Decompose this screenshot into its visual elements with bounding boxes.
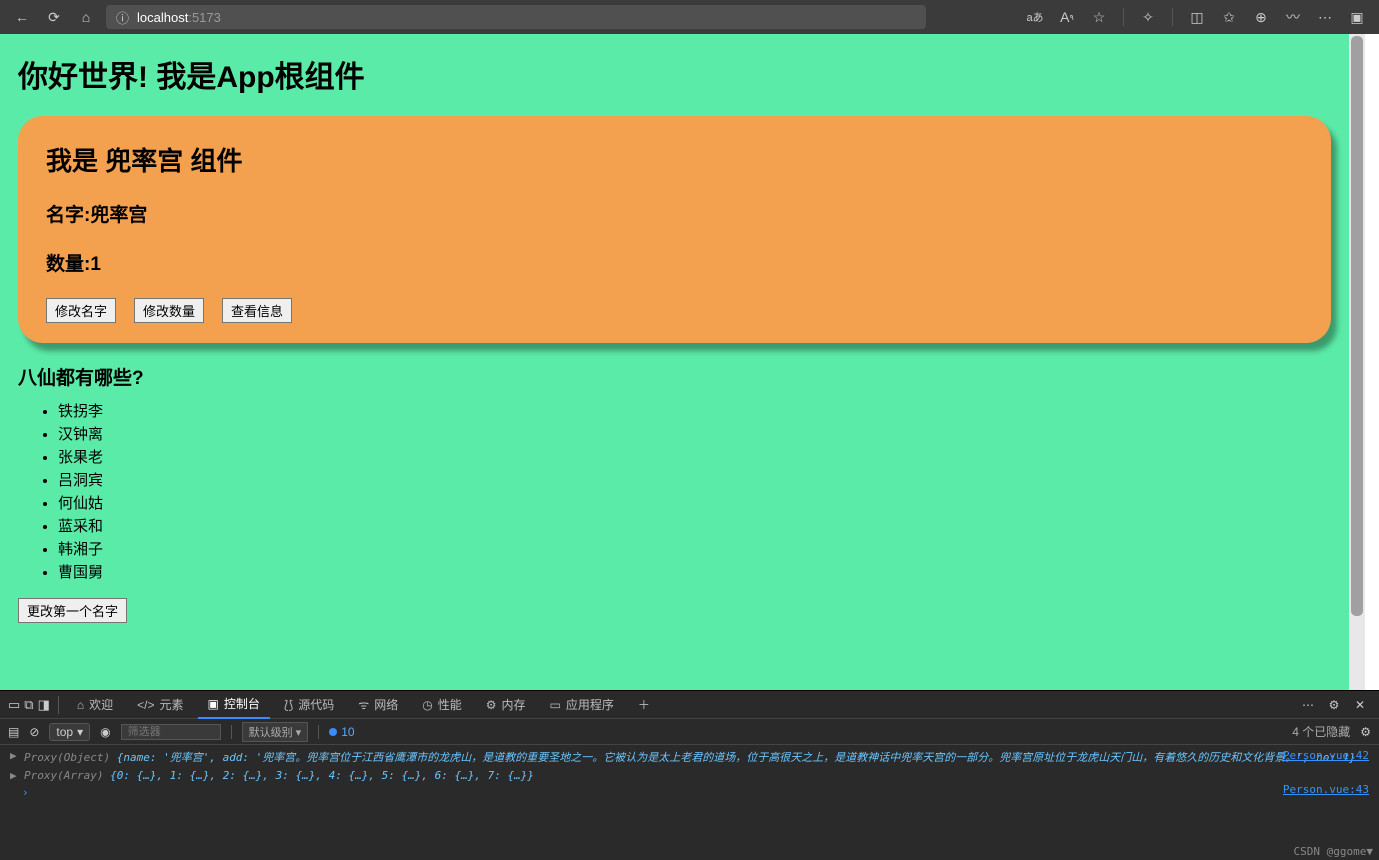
- chevron-down-icon: ▾: [77, 725, 83, 739]
- log-level-select[interactable]: 默认级别 ▾: [242, 722, 309, 742]
- favorites-bar-icon[interactable]: ✩: [1217, 5, 1241, 29]
- welcome-icon: ⌂: [77, 698, 84, 712]
- url-bar[interactable]: ⓘ localhost:5173: [106, 5, 926, 29]
- inspect-icon[interactable]: ▭: [8, 697, 20, 713]
- immortals-list: 铁拐李 汉钟离 张果老 吕洞宾 何仙姑 蓝采和 韩湘子 曹国舅: [18, 400, 1331, 582]
- live-expression-icon[interactable]: ◉: [100, 725, 110, 739]
- console-output: Person.vue:42 ▶ Proxy(Object) {name: '兜率…: [0, 745, 1379, 860]
- tab-elements[interactable]: </>元素: [127, 691, 193, 718]
- dock-icon[interactable]: ◨: [38, 697, 50, 713]
- tab-application[interactable]: ▭应用程序: [540, 691, 624, 718]
- change-first-name-button[interactable]: 更改第一个名字: [18, 598, 127, 623]
- source-link[interactable]: Person.vue:42: [1283, 749, 1369, 762]
- devtools-panel: ▭ ⧉ ◨ ⌂欢迎 </>元素 ▣控制台 ⟅⟆源代码 ᯤ网络 ◷性能 ⚙内存 ▭…: [0, 690, 1379, 860]
- console-icon: ▣: [208, 697, 219, 711]
- device-icon[interactable]: ⧉: [24, 697, 33, 713]
- collections-icon[interactable]: ⊕: [1249, 5, 1273, 29]
- hidden-messages[interactable]: 4 个已隐藏: [1292, 723, 1350, 740]
- url-port: :5173: [188, 10, 221, 25]
- browser-toolbar: ← ⟳ ⌂ ⓘ localhost:5173 aあ A٩ ☆ ✧ ◫ ✩ ⊕ 〰…: [0, 0, 1379, 34]
- tab-welcome[interactable]: ⌂欢迎: [67, 691, 123, 718]
- console-line: ▶ Proxy(Array) {0: {…}, 1: {…}, 2: {…}, …: [10, 769, 1369, 782]
- console-settings-icon[interactable]: ⚙: [1360, 725, 1371, 739]
- url-host: localhost: [137, 10, 188, 25]
- favorite-icon[interactable]: ☆: [1087, 5, 1111, 29]
- console-line: ▶ Proxy(Object) {name: '兜率宫', add: '兜率宫。…: [10, 749, 1369, 765]
- console-prompt[interactable]: ›: [10, 786, 1369, 799]
- card-name: 名字:兜率宫: [46, 200, 1303, 227]
- watermark: CSDN @ggome▼: [1294, 845, 1373, 858]
- tab-memory[interactable]: ⚙内存: [476, 691, 536, 718]
- page-content: 你好世界! 我是App根组件 我是 兜率宫 组件 名字:兜率宫 数量:1 修改名…: [0, 34, 1349, 690]
- devtools-settings-icon[interactable]: ⚙: [1323, 698, 1345, 712]
- tab-console[interactable]: ▣控制台: [198, 690, 270, 719]
- issues-count[interactable]: 10: [329, 725, 354, 739]
- devtools-tabs: ▭ ⧉ ◨ ⌂欢迎 </>元素 ▣控制台 ⟅⟆源代码 ᯤ网络 ◷性能 ⚙内存 ▭…: [0, 691, 1379, 719]
- application-icon: ▭: [550, 698, 561, 712]
- memory-icon: ⚙: [486, 698, 497, 712]
- edit-name-button[interactable]: 修改名字: [46, 298, 116, 323]
- performance-icon: ◷: [422, 698, 432, 712]
- list-item: 曹国舅: [58, 561, 1331, 582]
- component-card: 我是 兜率宫 组件 名字:兜率宫 数量:1 修改名字 修改数量 查看信息: [18, 116, 1331, 343]
- devtools-close-icon[interactable]: ✕: [1349, 698, 1371, 712]
- page-title: 你好世界! 我是App根组件: [18, 52, 1331, 96]
- tab-performance[interactable]: ◷性能: [412, 691, 472, 718]
- edit-count-button[interactable]: 修改数量: [134, 298, 204, 323]
- context-selector[interactable]: top ▾: [49, 723, 90, 741]
- performance-icon[interactable]: 〰: [1281, 5, 1305, 29]
- filter-input[interactable]: [121, 724, 221, 740]
- clear-console-icon[interactable]: ⊘: [29, 725, 39, 739]
- list-item: 铁拐李: [58, 400, 1331, 421]
- list-header: 八仙都有哪些?: [18, 363, 1331, 390]
- add-tab-button[interactable]: ＋: [628, 691, 660, 718]
- list-item: 吕洞宾: [58, 469, 1331, 490]
- sources-icon: ⟅⟆: [284, 698, 293, 712]
- viewport: 你好世界! 我是App根组件 我是 兜率宫 组件 名字:兜率宫 数量:1 修改名…: [0, 34, 1379, 690]
- list-item: 何仙姑: [58, 492, 1331, 513]
- elements-icon: </>: [137, 698, 154, 712]
- sidebar-toggle-icon[interactable]: ▣: [1345, 5, 1369, 29]
- list-item: 张果老: [58, 446, 1331, 467]
- refresh-icon[interactable]: ⟳: [42, 5, 66, 29]
- console-filterbar: ▤ ⊘ top ▾ ◉ 默认级别 ▾ 10 4 个已隐藏 ⚙: [0, 719, 1379, 745]
- split-icon[interactable]: ◫: [1185, 5, 1209, 29]
- sidebar-toggle-icon[interactable]: ▤: [8, 725, 19, 739]
- more-icon[interactable]: ⋯: [1313, 5, 1337, 29]
- list-item: 蓝采和: [58, 515, 1331, 536]
- read-aloud-icon[interactable]: A٩: [1055, 5, 1079, 29]
- tab-network[interactable]: ᯤ网络: [348, 691, 408, 718]
- list-item: 韩湘子: [58, 538, 1331, 559]
- vertical-scrollbar[interactable]: [1349, 34, 1365, 690]
- view-info-button[interactable]: 查看信息: [222, 298, 292, 323]
- home-icon[interactable]: ⌂: [74, 5, 98, 29]
- list-item: 汉钟离: [58, 423, 1331, 444]
- source-link[interactable]: Person.vue:43: [1283, 783, 1369, 796]
- scrollbar-thumb[interactable]: [1351, 36, 1363, 616]
- devtools-more-icon[interactable]: ⋯: [1297, 698, 1319, 712]
- info-icon: ⓘ: [116, 8, 129, 27]
- extensions-icon[interactable]: ✧: [1136, 5, 1160, 29]
- card-count: 数量:1: [46, 249, 1303, 276]
- back-icon[interactable]: ←: [10, 5, 34, 29]
- network-icon: ᯤ: [358, 696, 369, 713]
- translate-icon[interactable]: aあ: [1023, 5, 1047, 29]
- card-heading: 我是 兜率宫 组件: [46, 141, 1303, 178]
- tab-sources[interactable]: ⟅⟆源代码: [274, 691, 344, 718]
